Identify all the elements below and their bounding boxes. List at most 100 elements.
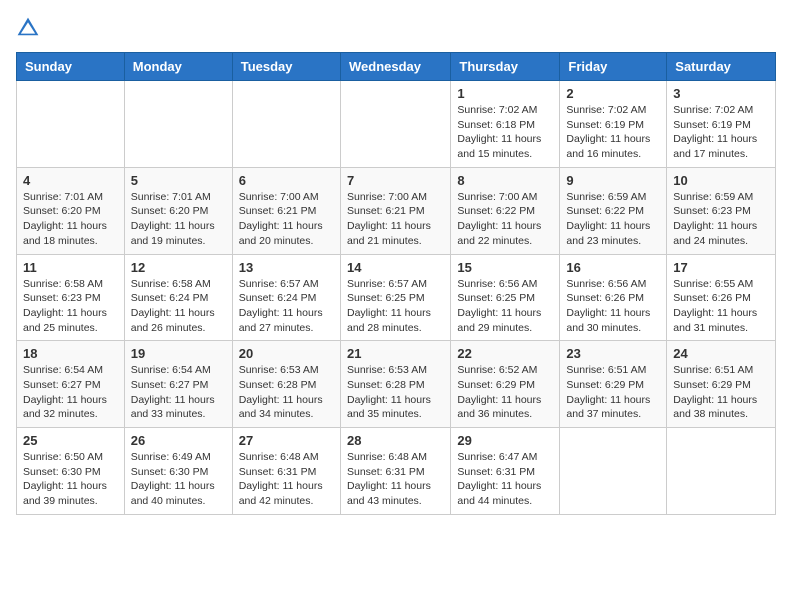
calendar-cell: 3Sunrise: 7:02 AM Sunset: 6:19 PM Daylig… <box>667 81 776 168</box>
day-info: Sunrise: 7:00 AM Sunset: 6:22 PM Dayligh… <box>457 190 553 249</box>
week-row-3: 18 Sunrise: 6:54 AM Sunset: 6:27 PM Dayli… <box>17 341 776 428</box>
week-row-1: 4 Sunrise: 7:01 AM Sunset: 6:20 PM Daylig… <box>17 167 776 254</box>
day-number: 15 <box>457 260 553 275</box>
day-number: 20 <box>239 346 334 361</box>
day-info: Sunrise: 6:48 AM Sunset: 6:31 PM Dayligh… <box>347 450 444 509</box>
calendar-cell: 5Sunrise: 7:01 AM Sunset: 6:20 PM Daylig… <box>124 167 232 254</box>
header-sunday: Sunday <box>17 53 125 81</box>
calendar-cell <box>340 81 450 168</box>
calendar-cell: 26Sunrise: 6:49 AM Sunset: 6:30 PM Dayli… <box>124 428 232 515</box>
day-info: Sunrise: 7:01 AM Sunset: 6:20 PM Dayligh… <box>23 190 118 249</box>
day-number: 27 <box>239 433 334 448</box>
day-info: Sunrise: 6:54 AM Sunset: 6:27 PM Dayligh… <box>23 363 118 422</box>
calendar-cell <box>232 81 340 168</box>
week-row-0: 1Sunrise: 7:02 AM Sunset: 6:18 PM Daylig… <box>17 81 776 168</box>
calendar-cell: 18 Sunrise: 6:54 AM Sunset: 6:27 PM Dayli… <box>17 341 125 428</box>
calendar-cell: 24 Sunrise: 6:51 AM Sunset: 6:29 PM Dayli… <box>667 341 776 428</box>
calendar-cell: 27 Sunrise: 6:48 AM Sunset: 6:31 PM Dayli… <box>232 428 340 515</box>
header-monday: Monday <box>124 53 232 81</box>
header-tuesday: Tuesday <box>232 53 340 81</box>
day-info: Sunrise: 6:57 AM Sunset: 6:25 PM Dayligh… <box>347 277 444 336</box>
day-number: 3 <box>673 86 769 101</box>
day-number: 10 <box>673 173 769 188</box>
day-number: 9 <box>566 173 660 188</box>
day-info: Sunrise: 6:54 AM Sunset: 6:27 PM Dayligh… <box>131 363 226 422</box>
calendar-cell: 8 Sunrise: 7:00 AM Sunset: 6:22 PM Daylig… <box>451 167 560 254</box>
calendar-cell: 22 Sunrise: 6:52 AM Sunset: 6:29 PM Dayli… <box>451 341 560 428</box>
day-info: Sunrise: 6:51 AM Sunset: 6:29 PM Dayligh… <box>673 363 769 422</box>
day-number: 22 <box>457 346 553 361</box>
day-info: Sunrise: 7:02 AM Sunset: 6:19 PM Dayligh… <box>566 103 660 162</box>
calendar-cell: 6 Sunrise: 7:00 AM Sunset: 6:21 PM Daylig… <box>232 167 340 254</box>
day-info: Sunrise: 6:48 AM Sunset: 6:31 PM Dayligh… <box>239 450 334 509</box>
day-number: 29 <box>457 433 553 448</box>
day-number: 7 <box>347 173 444 188</box>
week-row-4: 25Sunrise: 6:50 AM Sunset: 6:30 PM Dayli… <box>17 428 776 515</box>
day-info: Sunrise: 6:53 AM Sunset: 6:28 PM Dayligh… <box>239 363 334 422</box>
calendar-cell <box>124 81 232 168</box>
calendar-cell: 14 Sunrise: 6:57 AM Sunset: 6:25 PM Dayli… <box>340 254 450 341</box>
calendar-cell: 7 Sunrise: 7:00 AM Sunset: 6:21 PM Daylig… <box>340 167 450 254</box>
day-info: Sunrise: 7:00 AM Sunset: 6:21 PM Dayligh… <box>239 190 334 249</box>
day-number: 13 <box>239 260 334 275</box>
calendar-cell: 12Sunrise: 6:58 AM Sunset: 6:24 PM Dayli… <box>124 254 232 341</box>
day-number: 6 <box>239 173 334 188</box>
day-info: Sunrise: 7:01 AM Sunset: 6:20 PM Dayligh… <box>131 190 226 249</box>
day-number: 21 <box>347 346 444 361</box>
calendar-cell: 1Sunrise: 7:02 AM Sunset: 6:18 PM Daylig… <box>451 81 560 168</box>
calendar-cell: 2 Sunrise: 7:02 AM Sunset: 6:19 PM Daylig… <box>560 81 667 168</box>
day-number: 4 <box>23 173 118 188</box>
day-info: Sunrise: 6:59 AM Sunset: 6:22 PM Dayligh… <box>566 190 660 249</box>
calendar-cell: 20 Sunrise: 6:53 AM Sunset: 6:28 PM Dayli… <box>232 341 340 428</box>
day-number: 11 <box>23 260 118 275</box>
day-info: Sunrise: 6:56 AM Sunset: 6:25 PM Dayligh… <box>457 277 553 336</box>
calendar-cell <box>17 81 125 168</box>
header-row: SundayMondayTuesdayWednesdayThursdayFrid… <box>17 53 776 81</box>
logo-icon <box>16 16 40 40</box>
day-number: 23 <box>566 346 660 361</box>
day-number: 24 <box>673 346 769 361</box>
day-number: 1 <box>457 86 553 101</box>
header-wednesday: Wednesday <box>340 53 450 81</box>
calendar-cell: 10 Sunrise: 6:59 AM Sunset: 6:23 PM Dayli… <box>667 167 776 254</box>
day-info: Sunrise: 6:56 AM Sunset: 6:26 PM Dayligh… <box>566 277 660 336</box>
header-friday: Friday <box>560 53 667 81</box>
calendar-cell <box>667 428 776 515</box>
calendar-cell: 23 Sunrise: 6:51 AM Sunset: 6:29 PM Dayli… <box>560 341 667 428</box>
calendar-cell: 4 Sunrise: 7:01 AM Sunset: 6:20 PM Daylig… <box>17 167 125 254</box>
day-info: Sunrise: 6:52 AM Sunset: 6:29 PM Dayligh… <box>457 363 553 422</box>
calendar-cell: 16 Sunrise: 6:56 AM Sunset: 6:26 PM Dayli… <box>560 254 667 341</box>
day-info: Sunrise: 6:59 AM Sunset: 6:23 PM Dayligh… <box>673 190 769 249</box>
header-thursday: Thursday <box>451 53 560 81</box>
day-number: 19 <box>131 346 226 361</box>
header-saturday: Saturday <box>667 53 776 81</box>
calendar-table: SundayMondayTuesdayWednesdayThursdayFrid… <box>16 52 776 515</box>
logo <box>16 16 44 40</box>
day-number: 17 <box>673 260 769 275</box>
day-number: 28 <box>347 433 444 448</box>
calendar-cell <box>560 428 667 515</box>
calendar-cell: 19 Sunrise: 6:54 AM Sunset: 6:27 PM Dayli… <box>124 341 232 428</box>
day-info: Sunrise: 6:58 AM Sunset: 6:23 PM Dayligh… <box>23 277 118 336</box>
day-info: Sunrise: 6:57 AM Sunset: 6:24 PM Dayligh… <box>239 277 334 336</box>
day-info: Sunrise: 7:00 AM Sunset: 6:21 PM Dayligh… <box>347 190 444 249</box>
day-info: Sunrise: 6:50 AM Sunset: 6:30 PM Dayligh… <box>23 450 118 509</box>
page-header <box>16 16 776 40</box>
day-info: Sunrise: 6:53 AM Sunset: 6:28 PM Dayligh… <box>347 363 444 422</box>
day-number: 8 <box>457 173 553 188</box>
calendar-cell: 17 Sunrise: 6:55 AM Sunset: 6:26 PM Dayli… <box>667 254 776 341</box>
calendar-cell: 15 Sunrise: 6:56 AM Sunset: 6:25 PM Dayli… <box>451 254 560 341</box>
day-number: 14 <box>347 260 444 275</box>
day-info: Sunrise: 6:47 AM Sunset: 6:31 PM Dayligh… <box>457 450 553 509</box>
day-info: Sunrise: 6:51 AM Sunset: 6:29 PM Dayligh… <box>566 363 660 422</box>
calendar-cell: 28 Sunrise: 6:48 AM Sunset: 6:31 PM Dayli… <box>340 428 450 515</box>
week-row-2: 11 Sunrise: 6:58 AM Sunset: 6:23 PM Dayli… <box>17 254 776 341</box>
day-info: Sunrise: 6:55 AM Sunset: 6:26 PM Dayligh… <box>673 277 769 336</box>
calendar-cell: 11 Sunrise: 6:58 AM Sunset: 6:23 PM Dayli… <box>17 254 125 341</box>
day-number: 18 <box>23 346 118 361</box>
day-number: 2 <box>566 86 660 101</box>
day-number: 26 <box>131 433 226 448</box>
day-number: 16 <box>566 260 660 275</box>
calendar-cell: 21 Sunrise: 6:53 AM Sunset: 6:28 PM Dayli… <box>340 341 450 428</box>
day-info: Sunrise: 6:58 AM Sunset: 6:24 PM Dayligh… <box>131 277 226 336</box>
